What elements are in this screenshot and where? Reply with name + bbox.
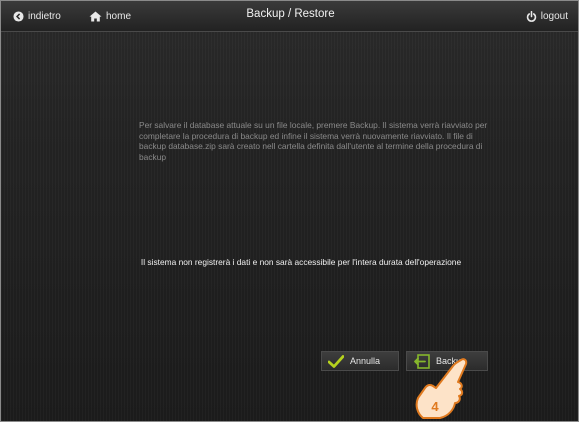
home-icon	[89, 11, 102, 21]
back-button[interactable]: indietro	[13, 8, 61, 24]
back-circle-icon	[13, 10, 24, 22]
cancel-label: Annulla	[350, 356, 381, 366]
warning-text: Il sistema non registrerà i dati e non s…	[140, 257, 462, 267]
step-number: 4	[431, 399, 439, 414]
page-title: Backup / Restore	[246, 8, 335, 20]
top-bar: indietro home Backup / Restore logout	[1, 1, 578, 32]
app-window: indietro home Backup / Restore logout Pe…	[0, 0, 579, 422]
home-label: home	[106, 10, 132, 22]
backup-info-text: Per salvare il database attuale su un fi…	[139, 120, 488, 162]
checkmark-icon	[328, 354, 344, 368]
home-button[interactable]: home	[89, 8, 131, 24]
hand-pointer-icon: 4	[415, 358, 468, 419]
logout-label: logout	[540, 10, 568, 22]
back-label: indietro	[28, 10, 61, 22]
cancel-button[interactable]: Annulla	[321, 351, 399, 371]
power-icon	[526, 10, 536, 22]
logout-button[interactable]: logout	[526, 8, 568, 24]
